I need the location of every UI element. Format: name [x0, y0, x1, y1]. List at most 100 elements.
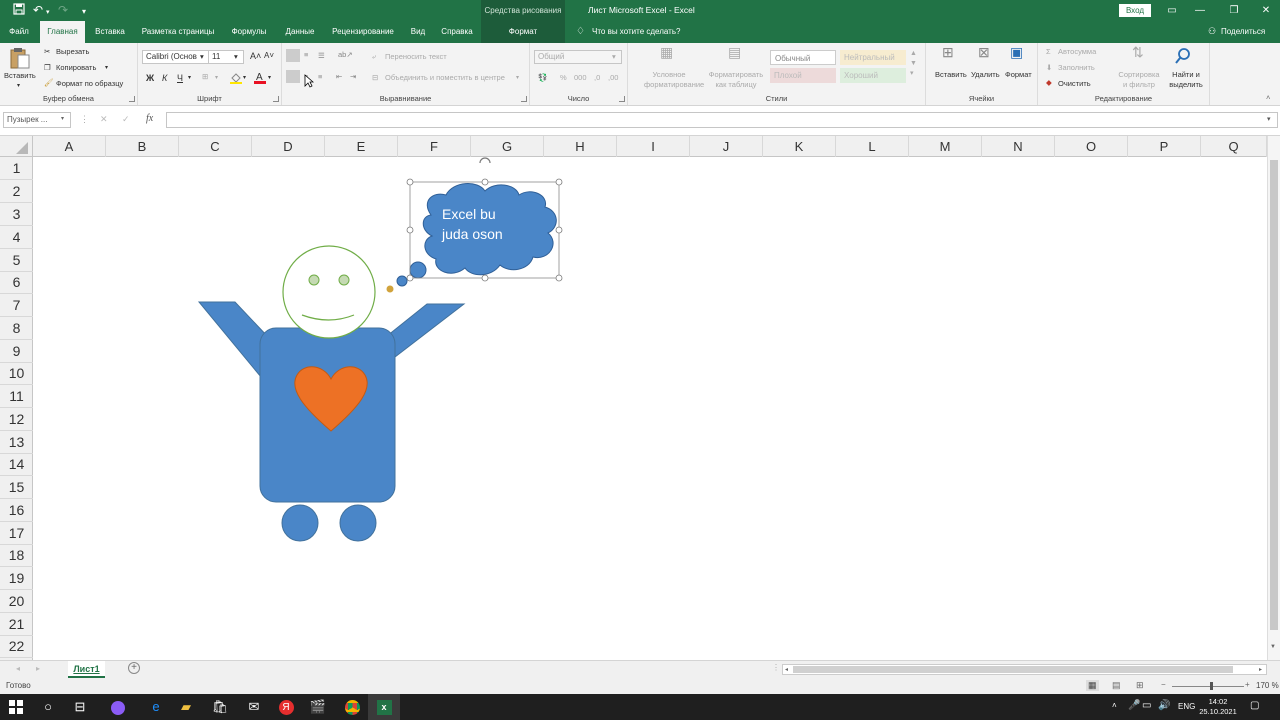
- edge-browser-icon[interactable]: e: [140, 694, 172, 720]
- column-header[interactable]: K: [763, 136, 836, 157]
- row-header[interactable]: 22: [0, 635, 33, 658]
- align-bottom-icon[interactable]: ☰: [318, 51, 325, 61]
- paste-button[interactable]: Вставить: [4, 71, 36, 81]
- horizontal-scroll-thumb[interactable]: [793, 666, 1233, 673]
- customize-qat-icon[interactable]: ▾: [82, 5, 86, 19]
- tab-data[interactable]: Данные: [278, 21, 322, 43]
- style-normal[interactable]: Обычный: [770, 50, 836, 65]
- fill-color-dropdown-icon[interactable]: ▾: [243, 73, 246, 83]
- insert-cells-button[interactable]: Вставить: [935, 70, 967, 80]
- increase-font-icon[interactable]: A˄: [250, 51, 261, 61]
- tray-overflow-icon[interactable]: ˄: [1112, 701, 1117, 710]
- robot-left-foot[interactable]: [281, 504, 319, 542]
- fill-button[interactable]: Заполнить: [1058, 63, 1095, 73]
- zoom-in-icon[interactable]: +: [1245, 680, 1250, 689]
- copy-icon[interactable]: ❐: [44, 63, 51, 73]
- insert-cells-icon[interactable]: ⊞: [942, 45, 954, 59]
- vertical-scroll-thumb[interactable]: [1270, 160, 1278, 630]
- sort-filter-icon[interactable]: ⇅: [1132, 45, 1144, 59]
- name-box-dropdown-icon[interactable]: ▾: [61, 115, 64, 122]
- add-sheet-icon[interactable]: +: [128, 662, 140, 674]
- decrease-font-icon[interactable]: A˅: [264, 51, 274, 61]
- underline-dropdown-icon[interactable]: ▾: [188, 73, 191, 83]
- row-header[interactable]: 9: [0, 340, 33, 363]
- row-header[interactable]: 4: [0, 226, 33, 249]
- row-header[interactable]: 11: [0, 385, 33, 408]
- orientation-icon[interactable]: ab↗: [338, 50, 353, 60]
- cut-button[interactable]: Вырезать: [56, 47, 89, 57]
- tab-formulas[interactable]: Формулы: [224, 21, 274, 43]
- number-format-dropdown-icon[interactable]: ▾: [612, 52, 616, 62]
- format-painter-button[interactable]: Формат по образцу: [56, 79, 123, 89]
- column-header[interactable]: B: [106, 136, 179, 157]
- increase-indent-icon[interactable]: ⇥: [350, 72, 356, 82]
- notifications-icon[interactable]: ▢: [1250, 700, 1259, 711]
- autosum-button[interactable]: Автосумма: [1058, 47, 1096, 57]
- find-select-button[interactable]: Найти и выделить: [1164, 70, 1208, 90]
- column-header[interactable]: C: [179, 136, 252, 157]
- delete-cells-button[interactable]: Удалить: [971, 70, 1000, 80]
- autosum-icon[interactable]: Σ: [1046, 47, 1051, 57]
- tab-insert[interactable]: Вставка: [88, 21, 132, 43]
- rotate-handle-icon[interactable]: [479, 157, 491, 164]
- wrap-text-icon[interactable]: ⤶: [372, 52, 376, 62]
- restore-icon[interactable]: ❐: [1222, 0, 1246, 21]
- column-header[interactable]: E: [325, 136, 398, 157]
- cancel-formula-icon[interactable]: ✕: [100, 114, 108, 125]
- file-explorer-icon[interactable]: ▰: [170, 694, 202, 720]
- fill-color-icon[interactable]: [230, 72, 242, 84]
- resize-handle[interactable]: [481, 178, 489, 186]
- italic-button[interactable]: К: [162, 73, 167, 83]
- save-icon[interactable]: [13, 3, 25, 18]
- resize-handle[interactable]: [555, 178, 563, 186]
- tab-file[interactable]: Файл: [0, 21, 38, 43]
- worksheet-grid[interactable]: Excel bu juda oson: [33, 157, 1267, 660]
- tab-format[interactable]: Формат: [481, 21, 565, 43]
- horizontal-scrollbar[interactable]: ◂ ▸: [782, 664, 1267, 675]
- underline-button[interactable]: Ч: [177, 73, 183, 83]
- align-right-icon[interactable]: ≡: [318, 72, 322, 82]
- font-color-dropdown-icon[interactable]: ▾: [268, 73, 271, 83]
- cut-icon[interactable]: ✂: [44, 47, 50, 57]
- column-header[interactable]: A: [33, 136, 106, 157]
- row-header[interactable]: 2: [0, 180, 33, 203]
- page-break-view-icon[interactable]: ⊞: [1136, 680, 1144, 691]
- borders-dropdown-icon[interactable]: ▾: [215, 73, 218, 83]
- redo-icon[interactable]: ↷: [58, 3, 68, 17]
- font-size-select[interactable]: 11: [208, 50, 244, 64]
- percent-icon[interactable]: %: [560, 73, 567, 83]
- paste-icon[interactable]: [9, 46, 31, 70]
- align-middle-icon[interactable]: ≡: [304, 50, 308, 60]
- robot-drawing[interactable]: [197, 245, 466, 542]
- bubble-pointer-handle[interactable]: [386, 285, 394, 293]
- row-header[interactable]: 13: [0, 431, 33, 454]
- column-header[interactable]: N: [982, 136, 1055, 157]
- share-button[interactable]: Поделиться: [1221, 21, 1265, 43]
- scroll-down-icon[interactable]: ▼: [1270, 644, 1276, 650]
- ribbon-display-options-icon[interactable]: ▭: [1160, 0, 1184, 21]
- conditional-formatting-button[interactable]: Условное форматирование: [644, 70, 704, 90]
- zoom-level[interactable]: 170 %: [1256, 681, 1279, 690]
- row-header[interactable]: 6: [0, 271, 33, 294]
- zoom-slider-thumb[interactable]: [1210, 682, 1213, 690]
- prev-sheet-icon[interactable]: ◂: [16, 664, 20, 673]
- resize-handle[interactable]: [555, 274, 563, 282]
- format-as-table-icon[interactable]: ▤: [728, 45, 741, 59]
- resize-handle[interactable]: [406, 226, 414, 234]
- merge-center-button[interactable]: Объединить и поместить в центре: [385, 73, 505, 83]
- column-header[interactable]: M: [909, 136, 982, 157]
- decrease-decimal-icon[interactable]: ,00: [608, 73, 618, 83]
- tab-view[interactable]: Вид: [404, 21, 432, 43]
- alignment-launcher-icon[interactable]: [521, 96, 527, 102]
- column-header[interactable]: J: [690, 136, 763, 157]
- delete-cells-icon[interactable]: ⊠: [978, 45, 990, 59]
- font-launcher-icon[interactable]: [273, 96, 279, 102]
- column-header[interactable]: L: [836, 136, 909, 157]
- number-launcher-icon[interactable]: [619, 96, 625, 102]
- alice-assistant-icon[interactable]: [102, 694, 134, 720]
- align-left-icon[interactable]: [286, 70, 300, 83]
- formula-input[interactable]: [166, 112, 1278, 128]
- robot-head[interactable]: [282, 245, 376, 339]
- row-header[interactable]: 15: [0, 476, 33, 499]
- network-icon[interactable]: ▭: [1142, 700, 1151, 711]
